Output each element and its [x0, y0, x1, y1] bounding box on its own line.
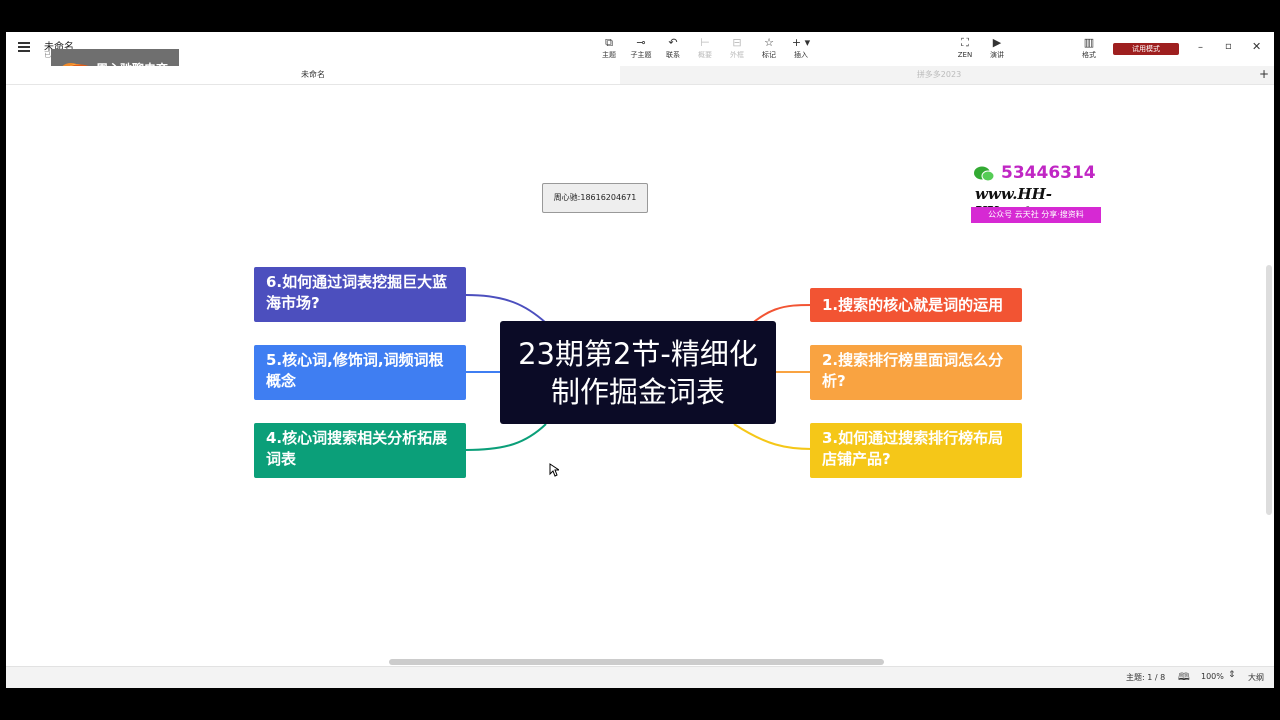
- topic-count: 主题: 1 / 8: [1126, 673, 1166, 682]
- subtopic-icon: ⊸: [636, 36, 646, 49]
- branch-line-3: [733, 423, 813, 450]
- toolbar-button-subtopic[interactable]: ⊸ 子主题: [624, 36, 658, 64]
- toolbar-button-marker[interactable]: ☆ 标记: [752, 36, 786, 64]
- status-bar: 主题: 1 / 8 🕮 100% ⇕ 大纲: [6, 666, 1274, 688]
- floating-topic[interactable]: 周心驰:18616204671: [542, 183, 648, 213]
- topic-2[interactable]: 2.搜索排行榜里面词怎么分析?: [810, 345, 1022, 400]
- toolbar-button-boundary[interactable]: ⊟ 外框: [720, 36, 754, 64]
- app-window: 未命名 已保存 周心驰聊电商 ZHOU XIN CHI TALK ABOUT E…: [6, 32, 1274, 688]
- tab-bar: 未命名 拼多多2023 +: [6, 66, 1274, 85]
- tab-pdd2023[interactable]: 拼多多2023: [620, 66, 1258, 84]
- menu-icon[interactable]: [18, 42, 30, 52]
- mindmap-canvas[interactable]: 周心驰:18616204671 23期第2节-精细化制作掘金词表 1.搜索的核心…: [6, 85, 1274, 667]
- marker-icon: ☆: [764, 36, 774, 49]
- topic-6[interactable]: 6.如何通过词表挖掘巨大蓝海市场?: [254, 267, 466, 322]
- minimize-icon[interactable]: –: [1198, 42, 1203, 53]
- topic-icon: ⧉: [605, 36, 613, 49]
- tab-untitled[interactable]: 未命名: [6, 66, 620, 84]
- toolbar-button-relation[interactable]: ↶ 联系: [656, 36, 690, 64]
- topic-4[interactable]: 4.核心词搜索相关分析拓展词表: [254, 423, 466, 478]
- map-icon[interactable]: 🕮: [1178, 670, 1190, 687]
- branch-line-6: [465, 294, 547, 324]
- zoom-stepper-icon[interactable]: ⇕: [1228, 670, 1236, 680]
- format-panel-icon: ▥: [1083, 36, 1095, 49]
- topic-1[interactable]: 1.搜索的核心就是词的运用: [810, 288, 1022, 322]
- central-topic[interactable]: 23期第2节-精细化制作掘金词表: [500, 321, 776, 424]
- trial-mode-button[interactable]: 试用模式: [1113, 43, 1179, 55]
- outline-button[interactable]: 大纲: [1248, 672, 1264, 683]
- relation-icon: ↶: [668, 36, 678, 49]
- zen-button[interactable]: ⛶ ZEN: [948, 36, 982, 64]
- zoom-level[interactable]: 100%: [1201, 672, 1224, 681]
- horizontal-scrollbar[interactable]: [389, 659, 884, 665]
- tagline-banner: 公众号 云天社 分享·搜资料: [971, 207, 1101, 223]
- topic-3[interactable]: 3.如何通过搜索排行榜布局店铺产品?: [810, 423, 1022, 478]
- central-topic-text: 23期第2节-精细化制作掘金词表: [518, 336, 758, 409]
- play-icon: ▶: [992, 36, 1002, 49]
- present-button[interactable]: ▶ 演讲: [980, 36, 1014, 64]
- toolbar-button-topic[interactable]: ⧉ 主题: [592, 36, 626, 64]
- wechat-icon: [974, 166, 995, 182]
- toolbar-button-summary[interactable]: ⊢ 概要: [688, 36, 722, 64]
- branch-line-4: [465, 423, 547, 451]
- add-tab-icon[interactable]: +: [1259, 67, 1269, 81]
- vertical-scrollbar[interactable]: [1266, 265, 1272, 515]
- summary-icon: ⊢: [700, 36, 710, 49]
- wechat-number: 53446314: [1001, 163, 1096, 183]
- toolbar: 未命名 已保存 周心驰聊电商 ZHOU XIN CHI TALK ABOUT E…: [6, 32, 1274, 92]
- insert-icon: + ▾: [791, 36, 811, 49]
- toolbar-button-insert[interactable]: + ▾ 插入: [784, 36, 818, 64]
- format-button[interactable]: ▥ 格式: [1072, 36, 1106, 64]
- restore-icon[interactable]: ▫: [1225, 41, 1232, 52]
- fullscreen-icon: ⛶: [961, 36, 969, 49]
- topic-5[interactable]: 5.核心词,修饰词,词频词根概念: [254, 345, 466, 400]
- boundary-icon: ⊟: [732, 36, 742, 49]
- mouse-cursor-icon: [549, 463, 559, 477]
- close-icon[interactable]: ✕: [1252, 40, 1261, 53]
- contact-watermark: 53446314 www.HH-XX.net 公众号 云天社 分享·搜资料: [971, 163, 1103, 227]
